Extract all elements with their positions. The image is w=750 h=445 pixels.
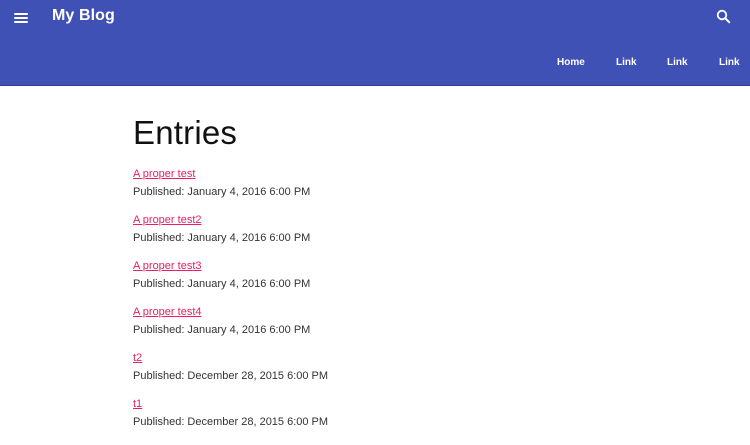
page-heading: Entries [133,114,238,151]
nav-link-3[interactable]: Link [719,57,740,68]
entry-title-link[interactable]: A proper test3 [133,260,202,272]
entry-published-date: Published: January 4, 2016 6:00 PM [133,186,311,198]
entry-title-link[interactable]: A proper test2 [133,214,202,226]
app-title: My Blog [52,7,115,24]
nav-link-1[interactable]: Link [616,57,637,68]
entry-title-link[interactable]: A proper test [133,168,195,180]
entry-published-date: Published: January 4, 2016 6:00 PM [133,324,311,336]
search-button[interactable] [714,7,734,27]
entry-item: A proper test2 Published: January 4, 201… [133,210,613,256]
nav-link-2[interactable]: Link [667,57,688,68]
entry-published-date: Published: January 4, 2016 6:00 PM [133,232,311,244]
search-icon [716,9,731,24]
entry-item: A proper test4 Published: January 4, 201… [133,302,613,348]
entry-published-date: Published: December 28, 2015 6:00 PM [133,370,329,382]
hamburger-menu-icon [14,21,28,23]
entry-published-date: Published: December 28, 2015 6:00 PM [133,416,329,428]
entry-item: A proper test Published: January 4, 2016… [133,164,613,210]
entry-title-link[interactable]: t1 [133,398,142,410]
menu-button[interactable] [12,9,32,27]
entry-published-date: Published: January 4, 2016 6:00 PM [133,278,311,290]
entry-item: A proper test3 Published: January 4, 201… [133,256,613,302]
hamburger-menu-icon [14,13,28,15]
nav-link-home[interactable]: Home [557,57,585,68]
hamburger-menu-icon [14,17,28,19]
entry-item: t1 Published: December 28, 2015 6:00 PM [133,394,613,440]
entry-title-link[interactable]: A proper test4 [133,306,202,318]
app-header: My Blog Home Link Link Link [0,0,750,86]
main-content: Entries A proper test Published: January… [133,114,613,440]
entry-item: t2 Published: December 28, 2015 6:00 PM [133,348,613,394]
entry-title-link[interactable]: t2 [133,352,142,364]
